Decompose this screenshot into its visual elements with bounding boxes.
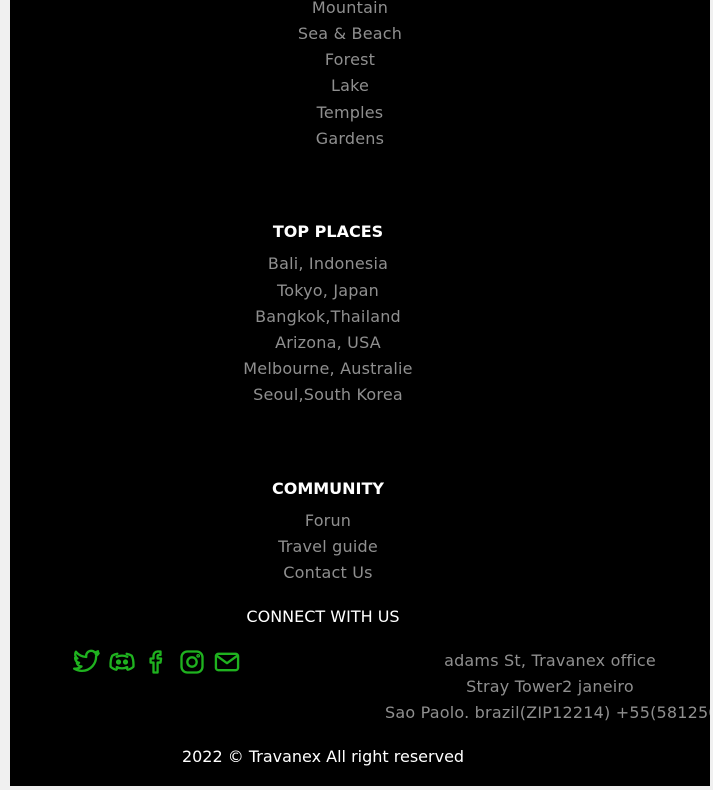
top-place-link[interactable]: Seoul,South Korea (253, 385, 403, 405)
discord-icon[interactable] (108, 648, 136, 676)
category-link-forest[interactable]: Forest (325, 50, 375, 70)
facebook-icon[interactable] (143, 648, 171, 676)
top-places-heading: TOP PLACES (272, 222, 384, 241)
site-footer: Mountain Sea & Beach Forest Lake Temples… (10, 0, 710, 786)
category-link-sea-beach[interactable]: Sea & Beach (298, 24, 402, 44)
connect-heading: CONNECT WITH US (246, 607, 400, 626)
community-link-forum[interactable]: Forun (305, 511, 351, 531)
instagram-icon[interactable] (178, 648, 206, 676)
mail-icon[interactable] (213, 648, 241, 676)
address-line: Stray Tower2 janeiro (466, 677, 634, 696)
category-link-temples[interactable]: Temples (317, 103, 384, 123)
category-link-gardens[interactable]: Gardens (316, 129, 384, 149)
address-line: adams St, Travanex office (444, 651, 656, 670)
twitter-icon[interactable] (73, 648, 101, 676)
top-place-link[interactable]: Arizona, USA (275, 333, 381, 353)
category-link-mountain[interactable]: Mountain (312, 0, 388, 18)
category-link-lake[interactable]: Lake (331, 76, 369, 96)
top-place-link[interactable]: Tokyo, Japan (277, 281, 379, 301)
community-link-contact-us[interactable]: Contact Us (283, 563, 372, 583)
social-icons (73, 648, 241, 676)
top-place-link[interactable]: Bali, Indonesia (268, 254, 388, 274)
address-line: Sao Paolo. brazil(ZIP12214) +55(58125057 (385, 703, 710, 722)
community-heading: COMMUNITY (271, 479, 385, 498)
top-place-link[interactable]: Melbourne, Australie (243, 359, 412, 379)
copyright-text: 2022 © Travanex All right reserved (181, 747, 465, 766)
community-link-travel-guide[interactable]: Travel guide (278, 537, 378, 557)
top-place-link[interactable]: Bangkok,Thailand (255, 307, 401, 327)
